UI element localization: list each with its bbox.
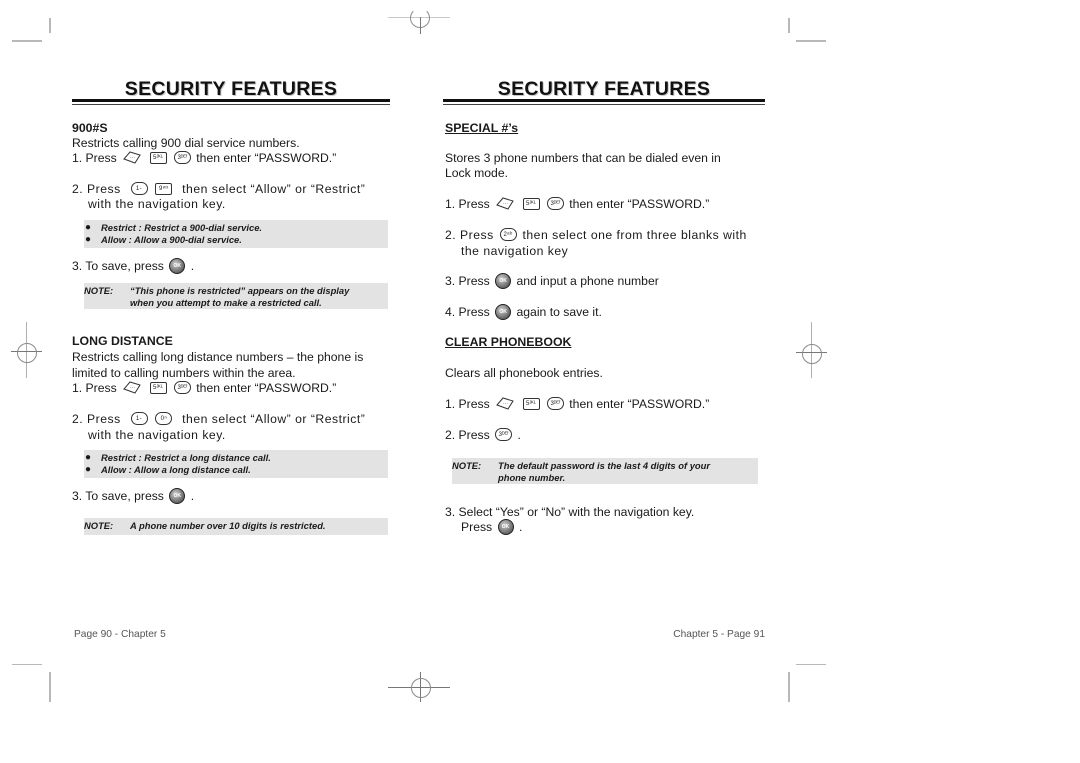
key-1-icon: 1‐ [130, 182, 148, 196]
ok-key-icon: OK [495, 304, 512, 320]
key-5-icon: 5ᴶᴷᴸ [149, 381, 167, 394]
key-3-icon: 3ᴰᴱᶠ [173, 151, 191, 165]
key-3-icon: 3ᴰᴱᶠ [173, 381, 191, 395]
svg-text:···: ··· [503, 401, 508, 407]
section-heading-clear-phonebook: CLEAR PHONEBOOK [445, 335, 572, 349]
crop-mark [796, 40, 826, 42]
section-description: Restricts calling long distance numbers … [72, 350, 364, 364]
title-rule-thin [443, 104, 765, 105]
key-1-icon: 1‐ [130, 412, 148, 426]
page-title: SECURITY FEATURES [124, 78, 338, 100]
section-description-continued: limited to calling numbers within the ar… [72, 366, 296, 380]
step-3: 3. To save, press OK . [72, 488, 195, 504]
step-2-continued: with the navigation key. [88, 428, 226, 442]
step-1: 1. Press ··· 5ᴶᴷᴸ 3ᴰᴱᶠ then enter “PASSW… [445, 197, 710, 211]
crop-mark [12, 40, 42, 42]
option-allow: ● Allow : Allow a 900-dial service. [85, 234, 242, 246]
key-3-icon: 3ᴰᴱᶠ [546, 397, 564, 411]
step-1: 1. Press ··· 5ᴶᴷᴸ 3ᴰᴱᶠ then enter “PASSW… [72, 381, 337, 395]
step-2: 2. Press 3ᴰᴱᶠ . [445, 428, 521, 442]
page-footer: Chapter 5 - Page 91 [673, 629, 765, 640]
ok-key-icon: OK [495, 273, 512, 289]
options-box: ● Restrict : Restrict a 900-dial service.… [84, 220, 388, 248]
key-2-icon: 2ᵃᵇ [499, 228, 517, 242]
step-3: 3. Select “Yes” or “No” with the navigat… [445, 505, 695, 519]
key-3-icon: 3ᴰᴱᶠ [546, 197, 564, 211]
section-description: Stores 3 phone numbers that can be diale… [445, 151, 721, 165]
crop-mark [12, 664, 42, 665]
key-5-icon: 5ᴶᴷᴸ [522, 397, 540, 410]
svg-text:···: ··· [130, 385, 135, 391]
ok-key-icon: OK [169, 488, 186, 504]
page-footer: Page 90 - Chapter 5 [74, 629, 166, 640]
crop-mark [796, 664, 826, 665]
step-2-continued: with the navigation key. [88, 197, 226, 211]
option-restrict: ● Restrict : Restrict a long distance cal… [85, 452, 271, 463]
step-3: 3. To save, press OK . [72, 258, 195, 274]
section-heading-special: SPECIAL #’s [445, 121, 519, 135]
note-box: NOTE: The default password is the last 4 … [452, 458, 758, 484]
ok-key-icon: OK [169, 258, 186, 274]
page-title: SECURITY FEATURES [497, 78, 711, 100]
key-5-icon: 5ᴶᴷᴸ [522, 197, 540, 210]
menu-key-icon: ··· [122, 381, 142, 394]
step-1: 1. Press ··· 5ᴶᴷᴸ 3ᴰᴱᶠ then enter “PASSW… [72, 151, 337, 165]
step-1: 1. Press ··· 5ᴶᴷᴸ 3ᴰᴱᶠ then enter “PASSW… [445, 397, 710, 411]
section-description-continued: Lock mode. [445, 166, 509, 180]
title-rule-thin [72, 104, 390, 105]
section-heading-900: 900#S [72, 121, 108, 135]
step-3-continued: Press OK . [461, 519, 523, 535]
menu-key-icon: ··· [495, 397, 515, 410]
crop-mark [788, 672, 790, 702]
title-rule [72, 99, 390, 102]
step-4: 4. Press OK again to save it. [445, 304, 602, 320]
section-description: Clears all phonebook entries. [445, 366, 603, 380]
step-2-continued: the navigation key [461, 244, 569, 258]
step-2: 2. Press 1‐ 9ʷˣ then select “Allow” or “… [72, 182, 366, 196]
step-2: 2. Press 1‐ 0ⁿ then select “Allow” or “R… [72, 412, 366, 426]
note-box: NOTE: A phone number over 10 digits is re… [84, 518, 388, 535]
crop-mark [49, 18, 51, 33]
key-9-icon: 9ʷˣ [155, 182, 173, 195]
key-0-icon: 0ⁿ [155, 412, 173, 426]
svg-text:···: ··· [130, 155, 135, 161]
step-3: 3. Press OK and input a phone number [445, 273, 659, 289]
section-description: Restricts calling 900 dial service numbe… [72, 136, 300, 150]
option-allow: ● Allow : Allow a long distance call. [85, 464, 251, 476]
crop-mark [49, 672, 51, 702]
menu-key-icon: ··· [122, 151, 142, 164]
ok-key-icon: OK [497, 519, 514, 535]
option-restrict: ● Restrict : Restrict a 900-dial service. [85, 222, 263, 233]
note-box: NOTE: “This phone is restricted” appears … [84, 283, 388, 309]
crop-mark [788, 18, 790, 33]
svg-text:···: ··· [503, 201, 508, 207]
options-box: ● Restrict : Restrict a long distance cal… [84, 450, 388, 478]
key-3-icon: 3ᴰᴱᶠ [495, 428, 513, 442]
menu-key-icon: ··· [495, 197, 515, 210]
section-heading-long-distance: LONG DISTANCE [72, 334, 173, 348]
step-2: 2. Press 2ᵃᵇ then select one from three … [445, 228, 747, 242]
title-rule [443, 99, 765, 102]
key-5-icon: 5ᴶᴷᴸ [149, 151, 167, 164]
